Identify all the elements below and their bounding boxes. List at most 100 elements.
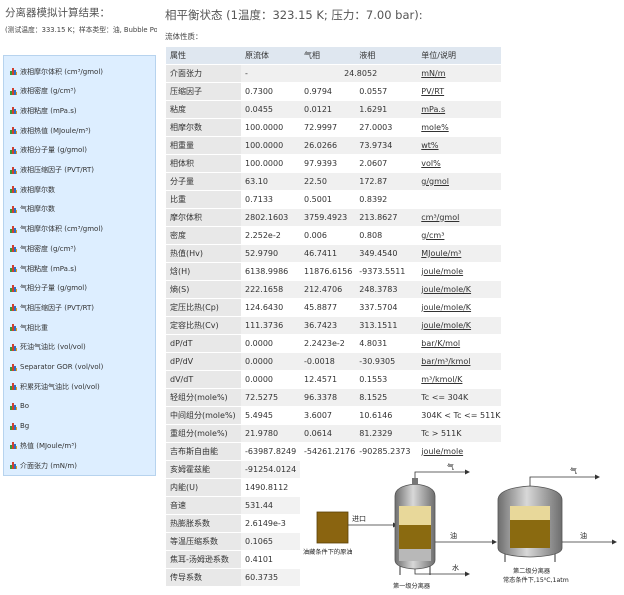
result-list-item[interactable]: 积累死油气油比 (vol/vol): [4, 377, 154, 396]
cell-liquid-phase: 0.1553: [355, 370, 418, 389]
stage1-gas-label: 气: [447, 462, 454, 471]
cell-liquid-phase: 0.808: [355, 226, 418, 245]
result-list-item[interactable]: 介面张力 (mN/m): [4, 456, 154, 475]
cell-gas-phase: 2.2423e-2: [300, 334, 356, 353]
bar-chart-icon: [10, 422, 17, 430]
cell-original-fluid: 531.44: [241, 496, 300, 515]
table-row: 压缩因子 0.7300 0.9794 0.0557 PV/RT: [166, 82, 501, 101]
result-list-item[interactable]: Bo: [4, 397, 154, 416]
cell-original-fluid: 21.9780: [241, 424, 300, 443]
result-list-item[interactable]: 气相摩尔数: [4, 200, 154, 219]
table-row: 定容比热(Cv) 111.3736 36.7423 313.1511 joule/mol…: [166, 316, 501, 335]
fluid-properties-subtitle: 流体性质：: [165, 32, 203, 41]
cell-gas-phase: 36.7423: [300, 316, 356, 335]
cell-unit: bar/K/mol: [417, 334, 501, 353]
result-list-item[interactable]: 气相摩尔体积 (cm³/gmol): [4, 220, 154, 239]
result-list-item[interactable]: 气相压缩因子 (PVT/RT): [4, 298, 154, 317]
cell-unit: mPa.s: [417, 100, 501, 119]
cell-original-fluid: 0.0000: [241, 334, 300, 353]
cell-gas-phase: 212.4706: [300, 280, 356, 299]
result-list-item[interactable]: 液相摩尔数: [4, 180, 154, 199]
result-list-item-label: 液相热值 (MJoule/m³): [20, 126, 91, 135]
cell-original-fluid: 0.0000: [241, 352, 300, 371]
cell-liquid-phase: 8.1525: [355, 388, 418, 407]
stage2-gas-label: 气: [570, 466, 577, 475]
cell-original-fluid: 0.0455: [241, 100, 300, 119]
result-list-item[interactable]: 气相分子量 (g/gmol): [4, 279, 154, 298]
cell-liquid-phase: 213.8627: [355, 208, 418, 227]
feed-crude-box: [316, 511, 349, 544]
cell-unit: vol%: [417, 154, 501, 173]
separator-process-diagram: 油藏条件下的原油 进口 气 油 水 第一级分离器 气 油 第二级分离器 常态条件…: [303, 462, 617, 590]
bar-chart-icon: [10, 284, 17, 292]
cell-liquid-phase: -9373.5511: [355, 262, 418, 281]
cell-unit: [417, 190, 501, 209]
cell-original-fluid: -91254.0124: [241, 460, 300, 479]
result-list-item[interactable]: 液相密度 (g/cm³): [4, 82, 154, 101]
result-list-item[interactable]: 液相热值 (MJoule/m³): [4, 121, 154, 140]
result-list-item-label: 气相密度 (g/cm³): [20, 244, 76, 253]
water-arrow: [465, 571, 470, 577]
result-list-item[interactable]: Bg: [4, 417, 154, 436]
stage2-caption-line1: 第二级分离器: [513, 567, 551, 575]
bar-chart-icon: [10, 304, 17, 312]
result-list-item[interactable]: 气相比重: [4, 318, 154, 337]
result-list-panel: 液相摩尔体积 (cm³/gmol) 液相密度 (g/cm³) 液相粘度 (mPa.s…: [3, 55, 156, 476]
result-list-item[interactable]: 气相密度 (g/cm³): [4, 239, 154, 258]
cell-unit: cm³/gmol: [417, 208, 501, 227]
col-header-gas-phase: 气相: [300, 47, 356, 65]
cell-original-fluid: 0.4101: [241, 550, 300, 569]
result-list-item[interactable]: 液相分子量 (g/gmol): [4, 141, 154, 160]
cell-gas-phase: 46.7411: [300, 244, 356, 263]
result-list-item[interactable]: 气相粘度 (mPa.s): [4, 259, 154, 278]
result-list-item[interactable]: 液相压缩因子 (PVT/RT): [4, 161, 154, 180]
cell-liquid-phase: 24.8052: [300, 64, 418, 83]
stage1-water-zone: [399, 549, 431, 561]
cell-original-fluid: 2.6149e-3: [241, 514, 300, 533]
stage2-gas-arrow: [595, 474, 600, 480]
cell-gas-phase: 96.3378: [300, 388, 356, 407]
result-list-item[interactable]: 热值 (MJoule/m³): [4, 436, 154, 455]
result-list-item-label: 死油气油比 (vol/vol): [20, 343, 86, 352]
bar-chart-icon: [10, 146, 17, 154]
result-list-item[interactable]: 液相摩尔体积 (cm³/gmol): [4, 62, 154, 81]
cell-gas-phase: 72.9997: [300, 118, 356, 137]
stage2-oil-label: 油: [580, 531, 587, 540]
bar-chart-icon: [10, 68, 17, 75]
stage1-gas-arrow: [465, 469, 470, 475]
cell-unit: 304K < Tc <= 511K: [417, 406, 501, 425]
cell-liquid-phase: -30.9305: [355, 352, 418, 371]
stage2-gas-zone: [510, 506, 550, 520]
phase-equilibrium-title: 相平衡状态 (1温度：323.15 K; 压力：7.00 bar):: [165, 8, 423, 22]
table-row: 吉布斯自由能 -63987.8249 -54261.2176 -90285.2373 j…: [166, 442, 501, 461]
cell-liquid-phase: 0.8392: [355, 190, 418, 209]
bar-chart-icon: [10, 205, 17, 213]
result-list-item[interactable]: 液相粘度 (mPa.s): [4, 101, 154, 120]
test-conditions-info: (测试温度：333.15 K；样本类型：油, Bubble Po: [5, 26, 157, 34]
cell-original-fluid: 100.0000: [241, 154, 300, 173]
table-row: dP/dT 0.0000 2.2423e-2 4.8031 bar/K/mol: [166, 334, 501, 353]
bar-chart-icon: [10, 402, 17, 410]
cell-liquid-phase: 27.0003: [355, 118, 418, 137]
result-list-item-label: 液相摩尔数: [20, 185, 55, 194]
result-list-item-label: Separator GOR (vol/vol): [20, 363, 104, 371]
cell-gas-phase: 0.0614: [300, 424, 356, 443]
cell-property: dP/dV: [166, 352, 241, 371]
bar-chart-icon: [10, 166, 17, 174]
cell-unit: joule/mole/K: [417, 316, 501, 335]
bar-chart-icon: [10, 324, 17, 332]
result-list-item[interactable]: Separator GOR (vol/vol): [4, 358, 154, 377]
result-list-item-label: 气相分子量 (g/gmol): [20, 284, 87, 293]
bar-chart-icon: [10, 343, 17, 351]
cell-original-fluid: 52.9790: [241, 244, 300, 263]
cell-liquid-phase: 4.8031: [355, 334, 418, 353]
cell-liquid-phase: 81.2329: [355, 424, 418, 443]
result-list-item-label: 介面张力 (mN/m): [20, 461, 77, 470]
table-row: 介面张力 -24.8052 mN/m: [166, 64, 501, 83]
table-row: 相重量 100.0000 26.0266 73.9734 wt%: [166, 136, 501, 155]
cell-gas-phase: 3.6007: [300, 406, 356, 425]
cell-property: 焓(H): [166, 262, 241, 281]
result-list-item[interactable]: 死油气油比 (vol/vol): [4, 338, 154, 357]
cell-unit: m³/kmol/K: [417, 370, 501, 389]
cell-original-fluid: 60.3735: [241, 568, 300, 587]
